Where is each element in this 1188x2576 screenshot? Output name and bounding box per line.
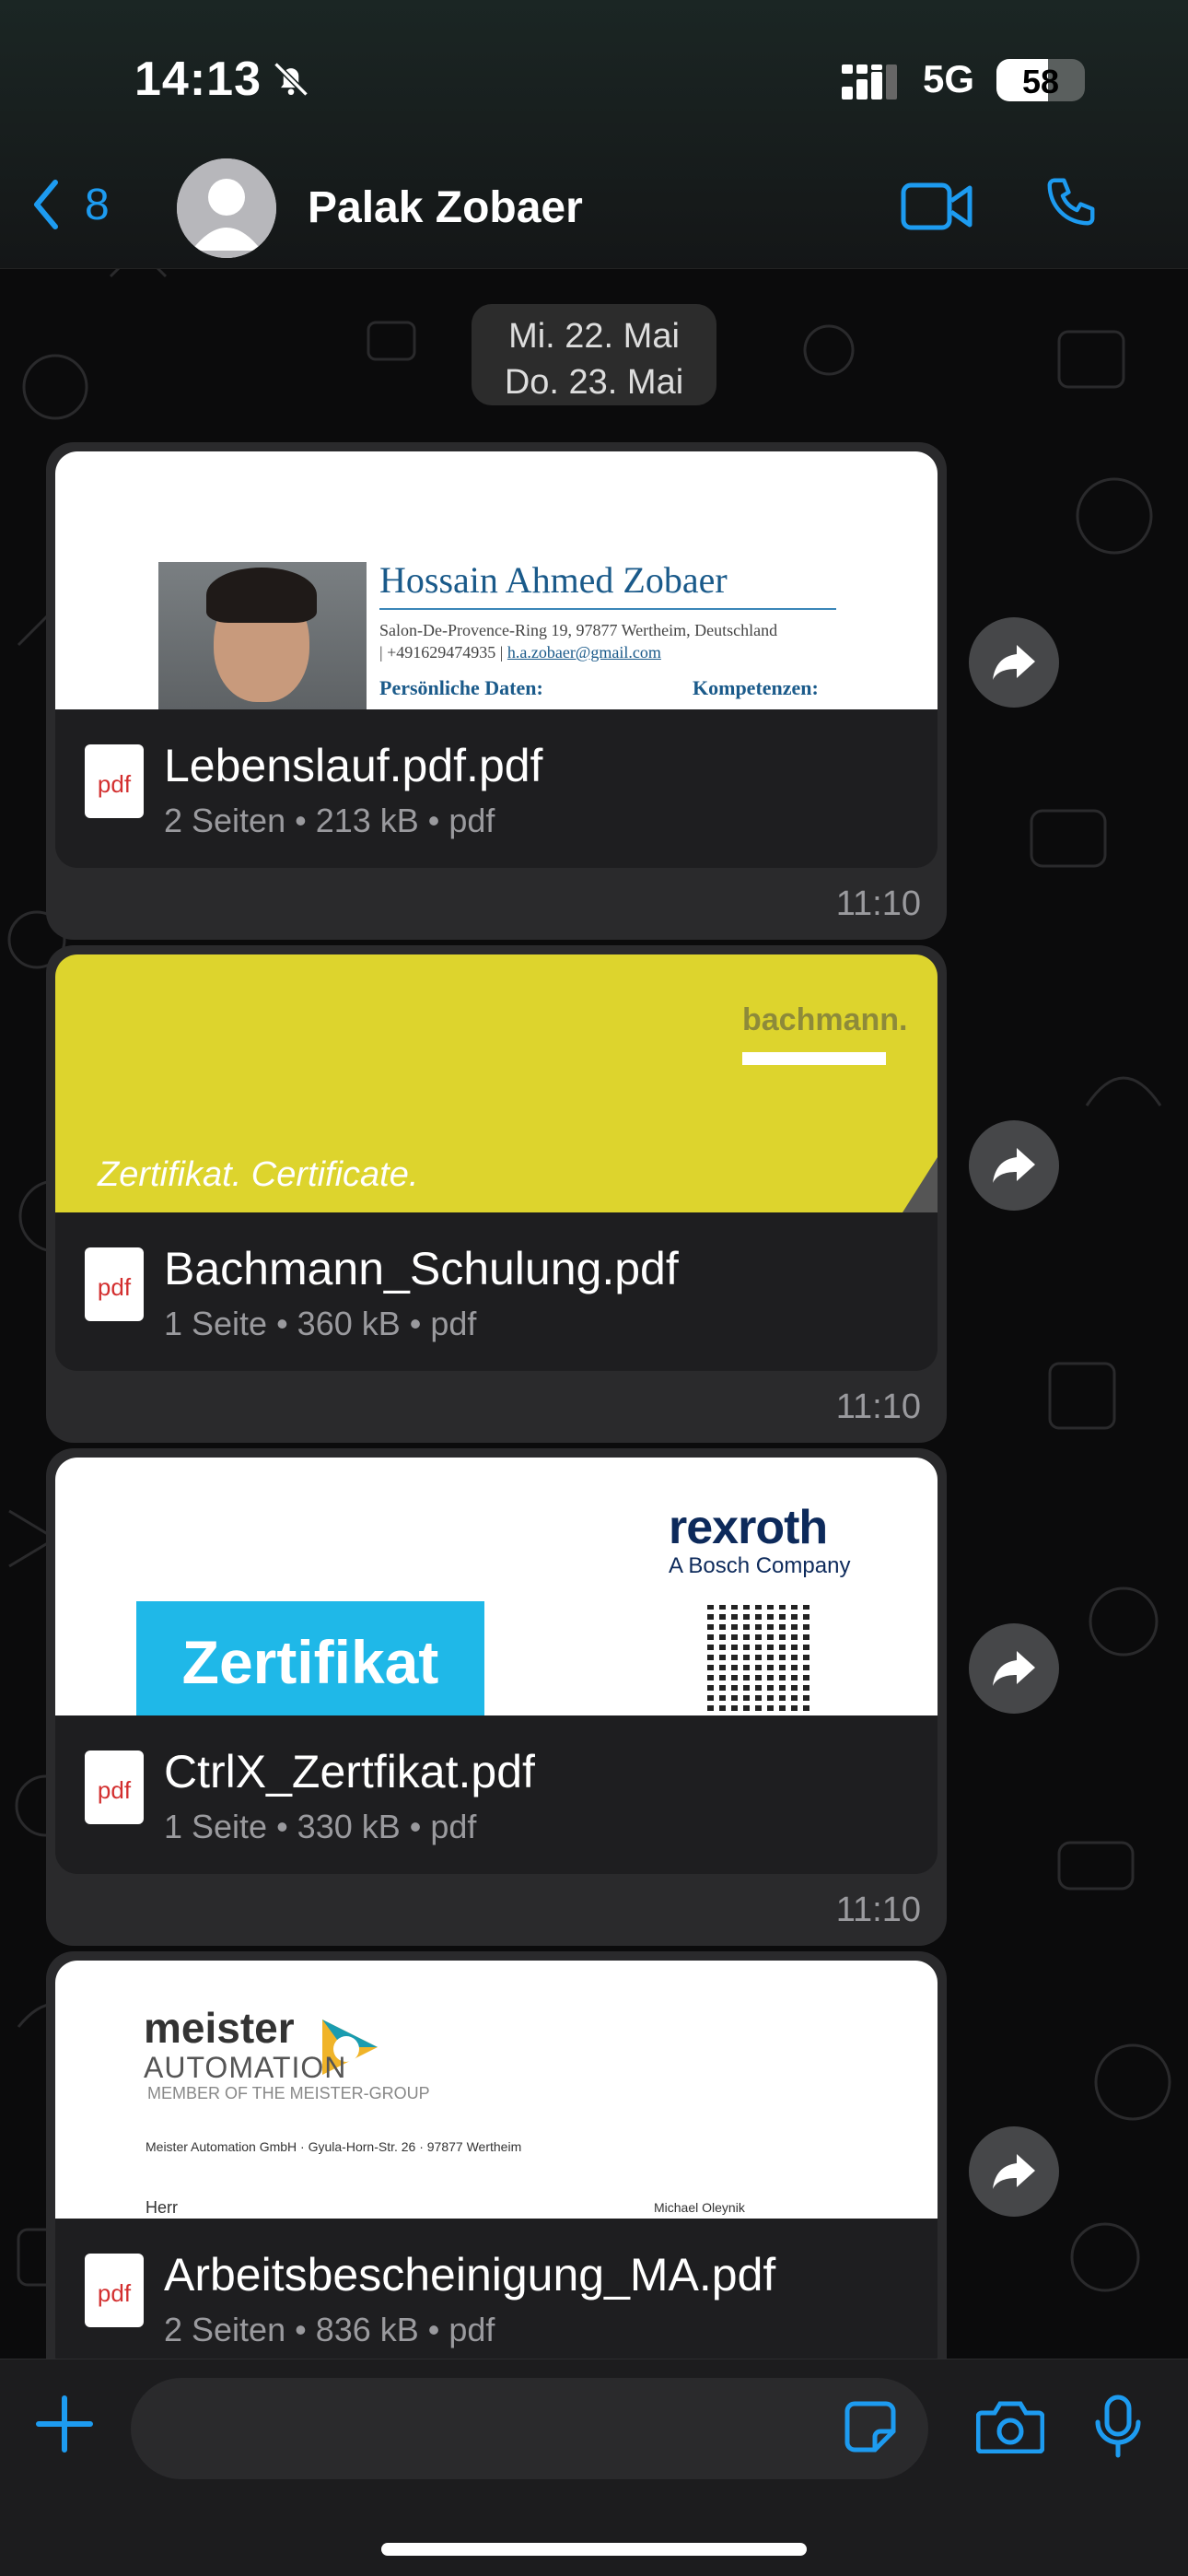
cellular-signal-icon: [842, 64, 897, 100]
document-preview[interactable]: Hossain Ahmed Zobaer Salon-De-Provence-R…: [55, 451, 938, 709]
salutation: Herr: [146, 2198, 178, 2217]
bell-muted-icon: [274, 62, 309, 97]
unread-count: 8: [85, 180, 110, 229]
qr-code: [702, 1605, 812, 1715]
cv-address: Salon-De-Provence-Ring 19, 97877 Werthei…: [379, 619, 777, 663]
forward-button[interactable]: [969, 2126, 1059, 2217]
sender-address: Meister Automation GmbH · Gyula-Horn-Str…: [146, 2139, 522, 2154]
cv-phone: | +491629474935 |: [379, 643, 504, 662]
pdf-file-icon: pdf: [85, 2254, 144, 2327]
pdf-file-icon: pdf: [85, 1247, 144, 1321]
plus-icon[interactable]: [35, 2395, 94, 2453]
cv-heading-personal: Persönliche Daten:: [379, 676, 543, 699]
camera-icon[interactable]: [976, 2400, 1044, 2453]
message-time: 11:10: [835, 884, 921, 923]
date-line-2: Do. 23. Mai: [504, 363, 684, 402]
person-silhouette-icon: [177, 158, 276, 258]
file-info[interactable]: pdf CtrlX_Zertfikat.pdf 1 Seite • 330 kB…: [55, 1715, 938, 1874]
file-meta: 2 Seiten • 836 kB • pdf: [164, 2311, 495, 2348]
sticker-icon[interactable]: [844, 2400, 897, 2453]
forward-button[interactable]: [969, 1623, 1059, 1714]
meister-logo: meister: [144, 2004, 295, 2052]
date-line-1: Mi. 22. Mai: [508, 317, 680, 356]
meister-member-line: MEMBER OF THE MEISTER-GROUP: [147, 2084, 430, 2102]
forward-button[interactable]: [969, 1120, 1059, 1211]
certificate-caption: Zertifikat. Certificate.: [98, 1155, 419, 1194]
battery-indicator: 58: [996, 59, 1085, 101]
message-input[interactable]: [131, 2378, 928, 2479]
date-separator: Mi. 22. Mai Do. 23. Mai: [472, 304, 716, 405]
file-name: Lebenslauf.pdf.pdf: [164, 740, 543, 791]
cv-contact: | +491629474935 | h.a.zobaer@gmail.com: [379, 641, 777, 663]
cv-name: Hossain Ahmed Zobaer: [379, 559, 728, 601]
file-meta: 1 Seite • 330 kB • pdf: [164, 1808, 477, 1845]
document-preview[interactable]: meister AUTOMATION MEMBER OF THE MEISTER…: [55, 1961, 938, 2219]
file-info[interactable]: pdf Bachmann_Schulung.pdf 1 Seite • 360 …: [55, 1212, 938, 1371]
forward-arrow-icon: [993, 645, 1035, 680]
message-bubble[interactable]: meister AUTOMATION MEMBER OF THE MEISTER…: [46, 1951, 947, 2377]
certificate-title: Zertifikat: [136, 1601, 484, 1715]
file-name: Bachmann_Schulung.pdf: [164, 1243, 679, 1294]
home-indicator: [381, 2543, 807, 2556]
phone-call-icon[interactable]: [1042, 173, 1100, 230]
bachmann-logo: bachmann.: [742, 1002, 908, 1037]
contact-avatar[interactable]: [177, 158, 276, 258]
meister-logo-subtitle: AUTOMATION: [144, 2051, 347, 2084]
chat-header: 14:13 5G 58 8 Palak Zobaer: [0, 0, 1188, 269]
rexroth-sublogo: A Bosch Company: [669, 1553, 851, 1578]
message-bubble[interactable]: bachmann. Zertifikat. Certificate. pdf B…: [46, 945, 947, 1443]
file-name: Arbeitsbescheinigung_MA.pdf: [164, 2249, 776, 2301]
contact-person: Michael Oleynik: [654, 2200, 745, 2215]
cv-street: Salon-De-Provence-Ring 19, 97877 Werthei…: [379, 621, 778, 639]
forward-arrow-icon: [993, 1651, 1035, 1686]
file-meta: 2 Seiten • 213 kB • pdf: [164, 802, 495, 839]
back-button[interactable]: 8: [31, 179, 110, 230]
battery-tip: [1077, 72, 1085, 87]
cv-photo: [158, 562, 367, 709]
message-time: 11:10: [835, 1891, 921, 1929]
file-name: CtrlX_Zertfikat.pdf: [164, 1746, 535, 1797]
battery-percent: 58: [1021, 63, 1060, 100]
file-meta: 1 Seite • 360 kB • pdf: [164, 1305, 477, 1342]
pdf-file-icon: pdf: [85, 1751, 144, 1824]
message-bubble[interactable]: rexroth A Bosch Company Zertifikat pdf C…: [46, 1448, 947, 1946]
chevron-left-icon: [34, 180, 58, 229]
bachmann-logo-bar: [742, 1052, 886, 1065]
pdf-file-icon: pdf: [85, 744, 144, 818]
cv-heading-skills: Kompetenzen:: [693, 676, 819, 699]
network-type: 5G: [923, 57, 975, 100]
file-info[interactable]: pdf Lebenslauf.pdf.pdf 2 Seiten • 213 kB…: [55, 709, 938, 868]
rexroth-logo: rexroth: [669, 1501, 828, 1554]
cv-email: h.a.zobaer@gmail.com: [507, 643, 661, 662]
microphone-icon[interactable]: [1094, 2395, 1142, 2459]
message-time: 11:10: [835, 1388, 921, 1426]
forward-arrow-icon: [993, 2154, 1035, 2189]
corner-shape: [903, 1157, 938, 1212]
cv-divider: [379, 608, 836, 610]
file-info[interactable]: pdf Arbeitsbescheinigung_MA.pdf 2 Seiten…: [55, 2219, 938, 2377]
forward-button[interactable]: [969, 617, 1059, 708]
message-bubble[interactable]: Hossain Ahmed Zobaer Salon-De-Provence-R…: [46, 442, 947, 940]
document-preview[interactable]: bachmann. Zertifikat. Certificate.: [55, 954, 938, 1212]
forward-arrow-icon: [993, 1148, 1035, 1183]
contact-name[interactable]: Palak Zobaer: [308, 182, 583, 233]
video-call-icon[interactable]: [901, 181, 973, 232]
document-preview[interactable]: rexroth A Bosch Company Zertifikat: [55, 1458, 938, 1715]
status-time: 14:13: [134, 53, 262, 106]
cv-hair: [206, 568, 317, 623]
